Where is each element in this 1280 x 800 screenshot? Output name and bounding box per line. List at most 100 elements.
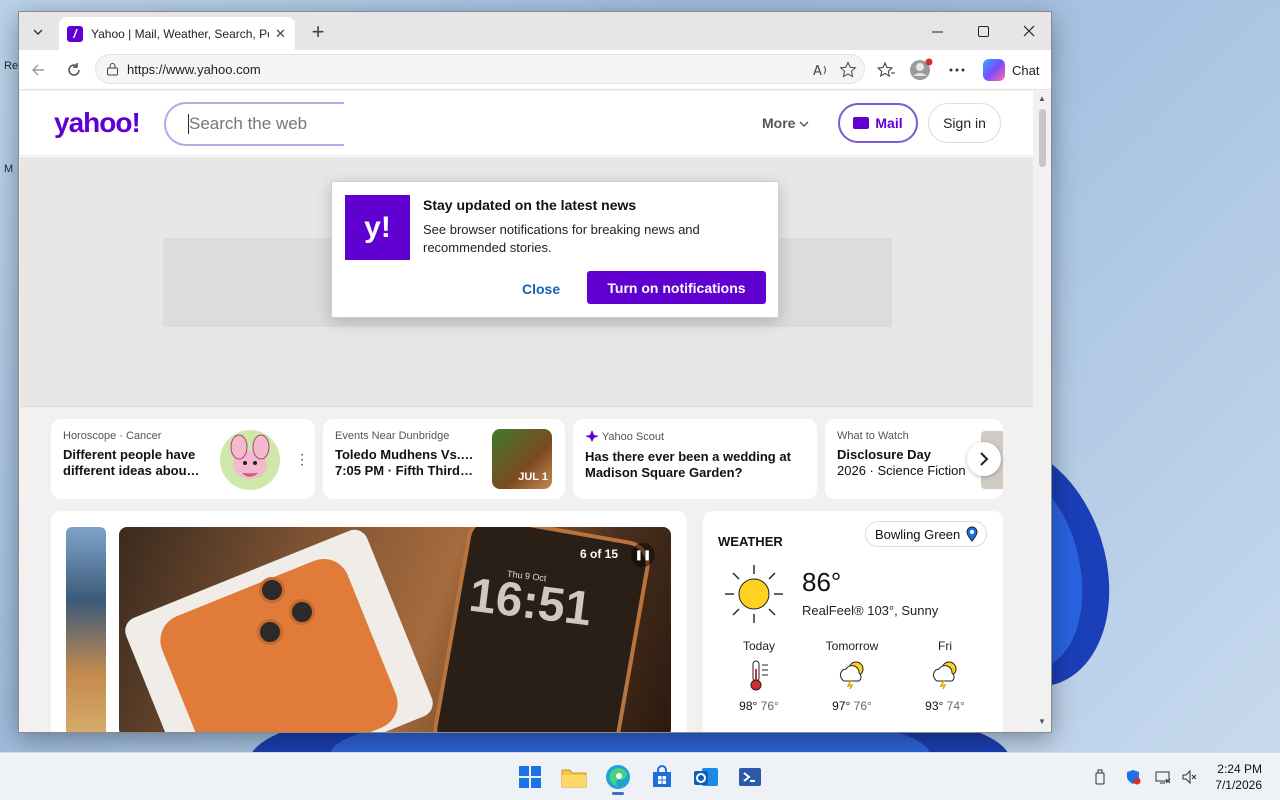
- carousel-next-button[interactable]: [967, 442, 1001, 476]
- back-arrow-icon: [32, 64, 44, 76]
- maximize-icon: [977, 25, 989, 37]
- browser-window: / Yahoo | Mail, Weather, Search, Politic…: [18, 11, 1052, 733]
- clock-date: 7/1/2026: [1215, 778, 1262, 792]
- minimize-button[interactable]: [914, 12, 960, 50]
- card-subtitle: 2026 · Science Fiction: [837, 463, 966, 478]
- mail-button[interactable]: Mail: [838, 103, 918, 143]
- forecast-high: 97°: [832, 699, 851, 713]
- close-icon: [1023, 25, 1035, 37]
- forecast-day[interactable]: Today 98° 76°: [724, 639, 794, 713]
- more-label: More: [762, 115, 796, 131]
- card-subtitle: 7:05 PM · Fifth Third…: [335, 463, 473, 478]
- slide-counter: 6 of 15: [580, 547, 619, 561]
- network-icon[interactable]: [1155, 769, 1171, 785]
- copilot-chat-button[interactable]: Chat: [977, 55, 1047, 85]
- previous-slide-thumbnail[interactable]: [66, 527, 106, 732]
- desktop-icon-label[interactable]: M: [4, 163, 13, 175]
- url-text[interactable]: https://www.yahoo.com: [127, 62, 261, 77]
- back-button[interactable]: [25, 57, 51, 83]
- current-temperature: 86°: [802, 567, 842, 597]
- refresh-icon: [68, 63, 80, 76]
- card-headline[interactable]: Different people have different ideas ab…: [63, 447, 208, 479]
- volume-muted-icon[interactable]: [1181, 769, 1197, 785]
- lock-icon[interactable]: [106, 62, 119, 76]
- edge-browser-button[interactable]: [602, 761, 634, 795]
- close-window-button[interactable]: [1006, 12, 1051, 50]
- yahoo-header: yahoo! Search the web More Mail Sign in: [20, 91, 1033, 156]
- browser-toolbar: https://www.yahoo.com A Chat: [19, 50, 1051, 90]
- card-kicker: Yahoo Scout: [585, 430, 664, 443]
- thunderstorm-sun-icon: [839, 661, 864, 689]
- browser-tab[interactable]: / Yahoo | Mail, Weather, Search, Politic…: [59, 17, 295, 50]
- card-headline[interactable]: Disclosure Day 2026 · Science Fiction: [837, 447, 987, 479]
- forecast-day-name: Fri: [938, 639, 952, 653]
- weather-title: WEATHER: [718, 534, 783, 549]
- forecast-low: 76°: [760, 699, 779, 713]
- scrollbar-thumb[interactable]: [1039, 109, 1046, 167]
- forecast-low: 74°: [946, 699, 965, 713]
- mail-envelope-icon: [853, 117, 870, 129]
- camera-lens-graphic: [259, 577, 285, 603]
- event-date-badge: JUL 1: [518, 471, 548, 483]
- card-menu-icon[interactable]: ⋮: [295, 451, 309, 468]
- cancer-horoscope-icon: [220, 430, 280, 490]
- location-selector[interactable]: Bowling Green: [865, 521, 987, 547]
- tab-close-icon[interactable]: ✕: [275, 26, 286, 42]
- story-card[interactable]: Events Near Dunbridge Toledo Mudhens Vs.…: [323, 419, 565, 499]
- more-menu[interactable]: More: [762, 115, 809, 131]
- card-title: Disclosure Day: [837, 447, 931, 462]
- system-clock[interactable]: 2:24 PM 7/1/2026: [1208, 761, 1262, 793]
- new-tab-button[interactable]: +: [305, 19, 331, 44]
- card-headline[interactable]: Has there ever been a wedding at Madison…: [585, 449, 805, 481]
- start-button[interactable]: [514, 761, 546, 793]
- forecast-day[interactable]: Fri 93° 74°: [910, 639, 980, 713]
- profile-button[interactable]: [909, 58, 933, 82]
- maximize-button[interactable]: [960, 12, 1006, 50]
- favorites-button[interactable]: [874, 58, 898, 82]
- refresh-button[interactable]: [61, 57, 87, 83]
- powershell-button[interactable]: [734, 761, 766, 793]
- address-bar[interactable]: https://www.yahoo.com A: [95, 54, 865, 84]
- story-card[interactable]: Yahoo Scout Has there ever been a weddin…: [573, 419, 817, 499]
- slideshow-image[interactable]: Thu 9 Oct 16:51 6 of 15 ❚❚: [119, 527, 671, 732]
- sunny-icon: [725, 565, 783, 623]
- forecast-day[interactable]: Tomorrow 97° 76°: [817, 639, 887, 713]
- content-area: Horoscope · Cancer Different people have…: [20, 407, 1033, 732]
- outlook-button[interactable]: [690, 761, 722, 793]
- pause-button[interactable]: ❚❚: [631, 543, 655, 567]
- scroll-down-arrow-icon[interactable]: ▼: [1038, 717, 1046, 726]
- yahoo-scout-icon: [585, 430, 599, 442]
- tab-actions-button[interactable]: [25, 19, 51, 45]
- yahoo-logo[interactable]: yahoo!: [54, 107, 141, 139]
- yahoo-notification-logo: y!: [345, 195, 410, 260]
- desktop-icon-label[interactable]: Re: [4, 60, 18, 72]
- notification-close-button[interactable]: Close: [522, 281, 560, 297]
- title-bar: / Yahoo | Mail, Weather, Search, Politic…: [19, 12, 1051, 50]
- thunderstorm-sun-icon: [932, 661, 957, 689]
- windows-start-icon: [519, 766, 541, 788]
- card-headline[interactable]: Toledo Mudhens Vs.… 7:05 PM · Fifth Thir…: [335, 447, 475, 479]
- settings-more-button[interactable]: [945, 58, 969, 82]
- file-explorer-button[interactable]: [558, 761, 590, 793]
- notification-title: Stay updated on the latest news: [423, 197, 637, 213]
- forecast-day-name: Tomorrow: [825, 639, 879, 653]
- usb-device-icon[interactable]: [1092, 769, 1108, 785]
- store-button[interactable]: [646, 761, 678, 793]
- story-card[interactable]: Horoscope · Cancer Different people have…: [51, 419, 315, 499]
- turn-on-notifications-button[interactable]: Turn on notifications: [587, 271, 766, 304]
- sign-in-button[interactable]: Sign in: [928, 103, 1001, 143]
- clock-time: 2:24 PM: [1217, 762, 1262, 776]
- forecast-temps: 93° 74°: [910, 699, 980, 713]
- web-page: yahoo! Search the web More Mail Sign in …: [20, 91, 1033, 732]
- read-aloud-icon[interactable]: A: [812, 61, 830, 79]
- copilot-icon: [983, 59, 1005, 81]
- mail-label: Mail: [875, 115, 903, 131]
- security-shield-icon[interactable]: [1125, 769, 1141, 785]
- scroll-up-arrow-icon[interactable]: ▲: [1038, 94, 1046, 103]
- vertical-scrollbar[interactable]: ▲ ▼: [1034, 91, 1051, 732]
- search-input[interactable]: Search the web: [164, 102, 344, 146]
- location-name: Bowling Green: [875, 526, 961, 542]
- favorite-star-icon[interactable]: [839, 61, 857, 79]
- store-icon: [653, 765, 671, 787]
- forecast-temps: 98° 76°: [724, 699, 794, 713]
